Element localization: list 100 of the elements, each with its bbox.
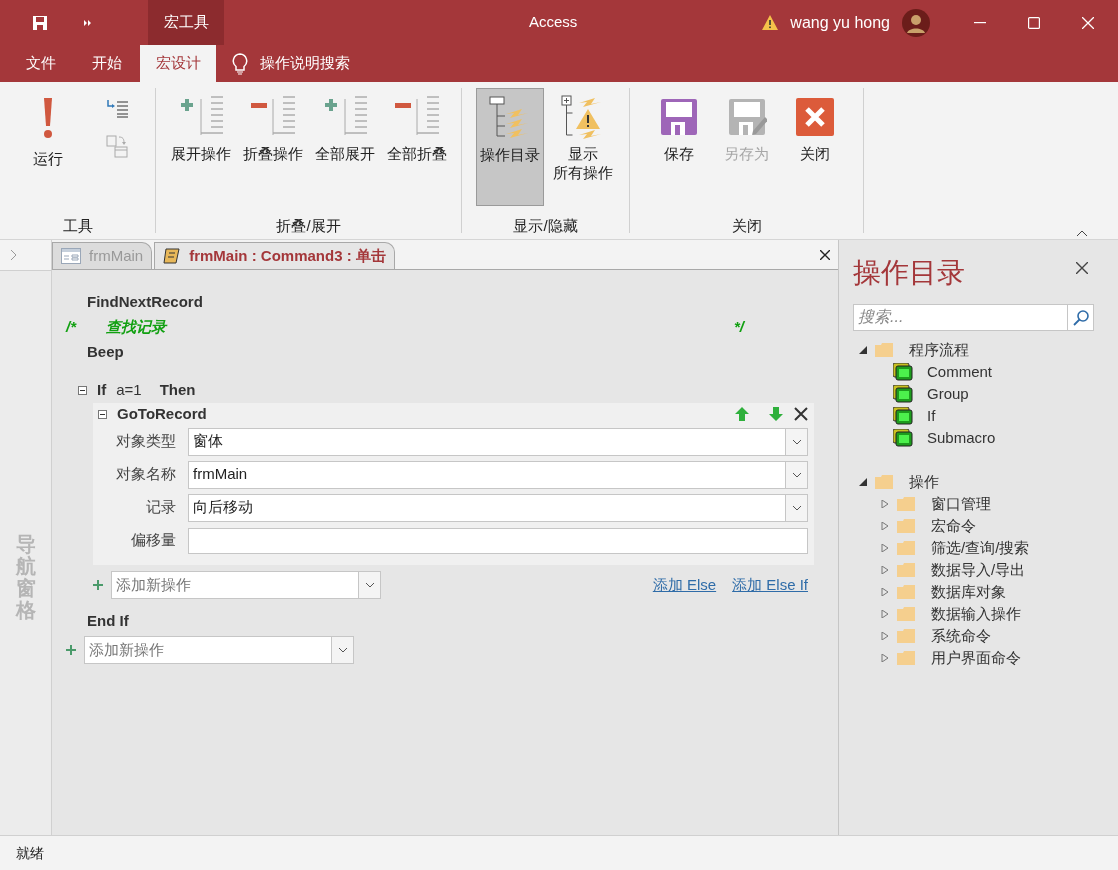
search-icon (1072, 309, 1089, 326)
argument-label: 对象名称 (115, 464, 177, 485)
comment-close-mark: */ (734, 317, 744, 338)
comment-text: 查找记录 (106, 317, 169, 338)
add-else-link[interactable]: 添加 Else (652, 573, 717, 597)
tree-category[interactable]: 筛选/查询/搜索 (931, 536, 1030, 560)
expand-arrow-icon[interactable] (881, 522, 889, 530)
macro-action[interactable]: FindNextRecord (87, 291, 203, 314)
argument-dropdown[interactable]: 窗体 (188, 427, 808, 456)
comment-open-mark: /* (66, 317, 78, 338)
expand-arrow-icon[interactable] (881, 588, 889, 596)
status-text: 就绪 (16, 843, 44, 863)
argument-dropdown[interactable]: frmMain (188, 460, 808, 489)
ribbon-button[interactable]: 保存 (647, 88, 710, 163)
tree-category[interactable]: 系统命令 (931, 624, 991, 648)
tree-category[interactable]: 数据导入/导出 (931, 558, 1026, 582)
close-icon[interactable] (1076, 262, 1088, 274)
folder-icon (897, 563, 915, 577)
ribbon-button[interactable]: 全部展开 (311, 88, 378, 163)
ribbon-button[interactable]: 全部折叠 (383, 88, 450, 163)
collapse-ribbon-icon[interactable] (1076, 230, 1088, 237)
program-flow-item[interactable]: Group (927, 382, 969, 406)
more-commands-icon[interactable] (84, 18, 92, 27)
macro-action[interactable]: Beep (87, 341, 124, 364)
collapse-arrow-icon[interactable] (859, 478, 867, 486)
close-icon[interactable] (820, 250, 830, 260)
form-icon (61, 248, 81, 264)
expand-arrow-icon[interactable] (881, 544, 889, 552)
minimize-icon[interactable] (974, 21, 986, 24)
folder-icon (897, 541, 915, 555)
program-flow-item[interactable]: If (927, 404, 936, 428)
expand-arrow-icon[interactable] (881, 500, 889, 508)
maximize-icon[interactable] (1028, 16, 1040, 29)
folder-icon (897, 629, 915, 643)
step-icon (104, 98, 129, 118)
action-name: GoToRecord (117, 403, 208, 424)
expand-arrow-icon[interactable] (881, 566, 889, 574)
chevron-right-icon[interactable] (10, 249, 17, 261)
ribbon-button[interactable]: 折叠操作 (239, 88, 306, 163)
argument-dropdown[interactable]: 向后移动 (188, 493, 808, 522)
tree-category[interactable]: 窗口管理 (931, 492, 991, 516)
condition-text[interactable]: a=1 (116, 378, 142, 402)
program-flow-item[interactable]: Comment (927, 360, 993, 384)
tell-me-search[interactable]: 操作说明搜索 (260, 52, 350, 75)
action-icon (893, 407, 913, 425)
ribbon-button[interactable]: 关闭 (783, 88, 846, 163)
tree-category[interactable]: 宏命令 (931, 514, 976, 538)
ribbon-button[interactable]: 显示 所有操作 (549, 88, 616, 206)
collapse-arrow-icon[interactable] (859, 346, 867, 354)
expand-arrow-icon[interactable] (881, 632, 889, 640)
folder-icon (897, 585, 915, 599)
folder-icon (897, 651, 915, 665)
folder-icon (897, 497, 915, 511)
argument-label: 偏移量 (130, 530, 177, 551)
ribbon-tab[interactable]: 宏设计 (140, 45, 216, 82)
floppy-pencil-icon (726, 97, 767, 137)
document-tab[interactable]: frmMain : Command3 : 单击 (154, 242, 395, 269)
action-icon (893, 385, 913, 403)
action-icon (893, 363, 913, 381)
warning-icon[interactable] (762, 15, 779, 30)
argument-input-field[interactable] (188, 527, 808, 554)
tree-category[interactable]: 用户界面命令 (931, 646, 1021, 670)
user-name[interactable]: wang yu hong (790, 10, 890, 35)
argument-label: 记录 (145, 497, 177, 518)
folder-icon (875, 343, 893, 357)
add-action-dropdown[interactable]: 添加新操作 (84, 636, 354, 664)
tree-category[interactable]: 操作 (909, 470, 939, 494)
convert-icon (104, 134, 129, 158)
avatar-icon[interactable] (902, 8, 930, 37)
run-button[interactable]: 运行 (24, 88, 71, 171)
scroll-icon (163, 247, 182, 265)
ribbon-tab[interactable]: 文件 (8, 45, 74, 82)
catalog-search-field[interactable]: 搜索... (853, 304, 1094, 331)
group-label: 显示/隐藏 (512, 216, 579, 235)
tree-category[interactable]: 程序流程 (909, 338, 969, 362)
collapse-toggle-icon[interactable] (98, 409, 107, 419)
save-icon[interactable] (32, 14, 48, 31)
ribbon-button[interactable]: 展开操作 (167, 88, 234, 163)
expand-arrow-icon[interactable] (881, 654, 889, 662)
if-keyword: If (97, 379, 107, 400)
delete-icon[interactable] (794, 407, 808, 421)
expand-arrow-icon[interactable] (881, 610, 889, 618)
tree-category[interactable]: 数据输入操作 (931, 602, 1021, 626)
tree-category[interactable]: 数据库对象 (931, 580, 1006, 604)
ribbon-button[interactable]: 操作目录 (475, 88, 544, 206)
plus-icon (93, 580, 103, 590)
group-label: 工具 (61, 216, 94, 235)
program-flow-item[interactable]: Submacro (927, 426, 996, 450)
plus-icon (66, 645, 76, 655)
collapse-toggle-icon[interactable] (78, 385, 87, 395)
ribbon-tab[interactable]: 开始 (74, 45, 140, 82)
window-title: Access (529, 12, 578, 33)
add-else-link[interactable]: 添加 Else If (732, 573, 808, 597)
group-label: 折叠/展开 (275, 216, 342, 235)
add-action-dropdown[interactable]: 添加新操作 (111, 571, 381, 599)
lightbulb-icon (232, 52, 248, 75)
chevron-down-icon (791, 438, 802, 445)
end-if-keyword: End If (87, 611, 129, 632)
folder-icon (875, 475, 893, 489)
catalog-title: 操作目录 (853, 256, 965, 290)
